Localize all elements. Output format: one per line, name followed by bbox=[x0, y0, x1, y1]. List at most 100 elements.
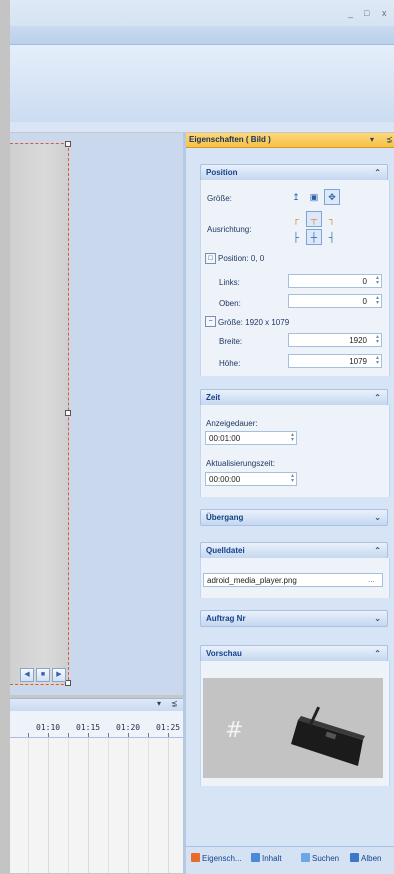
breite-value: 1920 bbox=[349, 336, 367, 345]
expand-position-icon[interactable]: □ bbox=[205, 253, 216, 264]
hoehe-label: Höhe: bbox=[219, 359, 241, 368]
section-title: Auftrag Nr bbox=[206, 614, 246, 623]
tick-label: 01:10 bbox=[36, 723, 61, 732]
tab-suchen[interactable]: Suchen bbox=[301, 853, 339, 863]
title-bar bbox=[10, 0, 394, 26]
aktualisierungszeit-value: 00:00:00 bbox=[209, 475, 241, 484]
links-input[interactable]: 0 ▴ ▾ bbox=[288, 274, 382, 288]
ribbon-tabs-bar bbox=[10, 26, 394, 45]
tick-mark bbox=[48, 733, 49, 737]
preview-image: # bbox=[203, 678, 383, 778]
timeline-gridline bbox=[88, 738, 89, 873]
spinner-icon[interactable]: ▴ ▾ bbox=[291, 432, 294, 443]
links-label: Links: bbox=[219, 278, 240, 287]
hoehe-value: 1079 bbox=[349, 357, 367, 366]
groesse-summary: Größe: 1920 x 1079 bbox=[218, 318, 290, 327]
section-vorschau-header[interactable]: Vorschau ⌃ bbox=[200, 645, 388, 662]
properties-icon bbox=[191, 853, 200, 862]
chevron-down-icon: ⌄ bbox=[374, 614, 381, 623]
section-uebergang-header[interactable]: Übergang ⌄ bbox=[200, 509, 388, 526]
spinner-icon[interactable]: ▴ ▾ bbox=[376, 355, 379, 366]
maximize-button[interactable]: □ bbox=[364, 8, 369, 18]
section-zeit-header[interactable]: Zeit ⌃ bbox=[200, 389, 388, 406]
chevron-down-icon: ⌄ bbox=[374, 513, 381, 522]
tab-label: Eigensch... bbox=[202, 854, 242, 863]
align-middle-right-icon[interactable]: ┤ bbox=[324, 229, 340, 245]
panel-title: Eigenschaften ( Bild ) bbox=[186, 133, 394, 148]
hoehe-input[interactable]: 1079 ▴ ▾ bbox=[288, 354, 382, 368]
tick-mark bbox=[88, 733, 89, 737]
align-middle-left-icon[interactable]: ├ bbox=[288, 229, 304, 245]
panel-menu-icon[interactable]: ▾ bbox=[370, 133, 374, 147]
quelldatei-input[interactable]: adroid_media_player.png bbox=[203, 573, 383, 587]
section-auftrag-header[interactable]: Auftrag Nr ⌄ bbox=[200, 610, 388, 627]
tab-eigenschaften[interactable]: Eigensch... bbox=[191, 853, 242, 863]
links-value: 0 bbox=[362, 277, 367, 286]
size-original-icon[interactable]: ▣ bbox=[306, 189, 322, 205]
tick-mark bbox=[128, 733, 129, 737]
timeline-gridline bbox=[108, 738, 109, 873]
position-summary: Position: 0, 0 bbox=[218, 254, 265, 263]
section-position-header[interactable]: Position ⌃ bbox=[200, 164, 388, 181]
timeline-gridline bbox=[68, 738, 69, 873]
section-quelldatei-header[interactable]: Quelldatei ⌃ bbox=[200, 542, 388, 559]
breite-input[interactable]: 1920 ▴ ▾ bbox=[288, 333, 382, 347]
oben-value: 0 bbox=[362, 297, 367, 306]
size-fit-icon[interactable]: ✥ bbox=[324, 189, 340, 205]
ausrichtung-label: Ausrichtung: bbox=[207, 225, 252, 234]
spinner-icon[interactable]: ▴ ▾ bbox=[376, 334, 379, 345]
align-top-center-icon[interactable]: ┬ bbox=[306, 211, 322, 227]
close-button[interactable]: x bbox=[382, 8, 387, 18]
timeline-gridline bbox=[148, 738, 149, 873]
oben-label: Oben: bbox=[219, 299, 241, 308]
size-width-icon[interactable]: ↥ bbox=[288, 189, 304, 205]
resize-handle-top-right[interactable] bbox=[65, 141, 71, 147]
anzeigedauer-input[interactable]: 00:01:00 ▴ ▾ bbox=[205, 431, 297, 445]
align-center-icon[interactable]: ┼ bbox=[306, 229, 322, 245]
groesse-label: Größe: bbox=[207, 194, 232, 203]
timeline-gridline bbox=[28, 738, 29, 873]
align-top-right-icon[interactable]: ┐ bbox=[324, 211, 340, 227]
search-icon bbox=[301, 853, 310, 862]
oben-input[interactable]: 0 ▴ ▾ bbox=[288, 294, 382, 308]
section-title: Zeit bbox=[206, 393, 221, 402]
spinner-icon[interactable]: ▴ ▾ bbox=[291, 473, 294, 484]
spinner-icon[interactable]: ▴ ▾ bbox=[376, 295, 379, 306]
aktualisierungszeit-label: Aktualisierungszeit: bbox=[206, 459, 275, 468]
align-top-left-icon[interactable]: ┌ bbox=[288, 211, 304, 227]
spinner-icon[interactable]: ▴ ▾ bbox=[376, 275, 379, 286]
chevron-up-icon: ⌃ bbox=[374, 168, 381, 177]
minimize-button[interactable]: _ bbox=[348, 8, 353, 18]
left-gray-strip bbox=[0, 0, 10, 873]
albums-icon bbox=[350, 853, 359, 862]
anzeigedauer-value: 00:01:00 bbox=[209, 434, 241, 443]
chevron-up-icon: ⌃ bbox=[374, 393, 381, 402]
tick-label: 01:25 bbox=[156, 723, 181, 732]
tab-label: Suchen bbox=[312, 854, 340, 863]
tab-inhalt[interactable]: Inhalt bbox=[251, 853, 282, 863]
tick-label: 01:20 bbox=[116, 723, 141, 732]
nav-next-button[interactable]: ▶ bbox=[52, 668, 66, 682]
chevron-up-icon: ⌃ bbox=[374, 546, 381, 555]
timeline-gridline bbox=[128, 738, 129, 873]
tick-mark bbox=[108, 733, 109, 737]
timeline-pin-icon[interactable]: ⪱ bbox=[171, 699, 178, 708]
collapse-size-icon[interactable]: − bbox=[205, 316, 216, 327]
anzeigedauer-label: Anzeigedauer: bbox=[206, 419, 258, 428]
aktualisierungszeit-input[interactable]: 00:00:00 ▴ ▾ bbox=[205, 472, 297, 486]
tab-label: Inhalt bbox=[262, 854, 282, 863]
tab-alben[interactable]: Alben bbox=[350, 853, 381, 863]
tick-mark bbox=[28, 733, 29, 737]
breite-label: Breite: bbox=[219, 337, 243, 346]
nav-prev-button[interactable]: ◀ bbox=[20, 668, 34, 682]
browse-button[interactable]: ... bbox=[368, 575, 375, 584]
resize-handle-right[interactable] bbox=[65, 410, 71, 416]
timeline-menu-icon[interactable]: ▾ bbox=[157, 699, 161, 708]
panel-pin-icon[interactable]: ⪱ bbox=[386, 133, 393, 147]
nav-stop-button[interactable]: ■ bbox=[36, 668, 50, 682]
chevron-up-icon: ⌃ bbox=[374, 649, 381, 658]
section-title: Vorschau bbox=[206, 649, 242, 658]
content-icon bbox=[251, 853, 260, 862]
timeline-track-area[interactable] bbox=[10, 738, 183, 873]
image-canvas[interactable] bbox=[10, 143, 69, 685]
